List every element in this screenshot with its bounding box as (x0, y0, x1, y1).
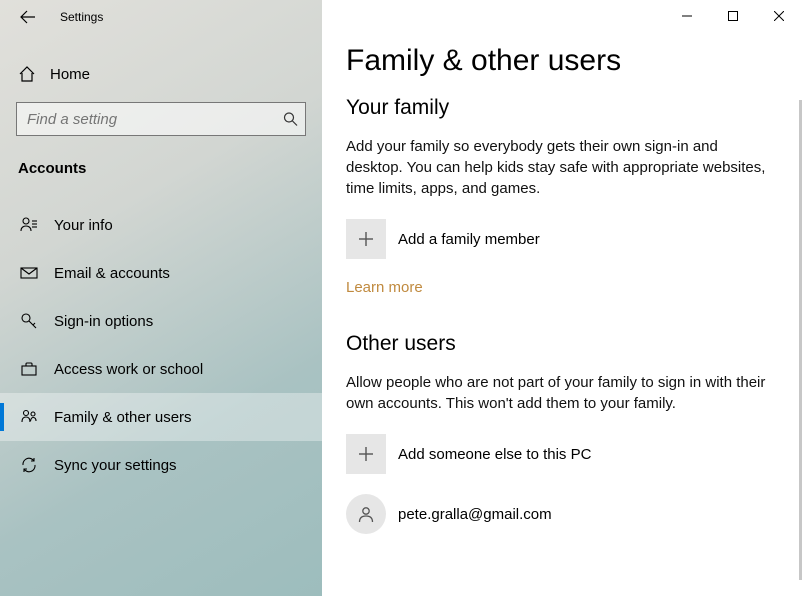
nav-label: Your info (54, 217, 113, 234)
nav-item-access-work-school[interactable]: Access work or school (0, 345, 322, 393)
add-other-label: Add someone else to this PC (398, 446, 591, 463)
plus-icon (346, 219, 386, 259)
family-description: Add your family so everybody gets their … (346, 136, 776, 199)
titlebar: Settings (0, 0, 322, 34)
nav-list: Your info Email & accounts (0, 201, 322, 489)
plus-icon (346, 434, 386, 474)
home-icon (18, 65, 36, 83)
back-arrow-icon (20, 9, 36, 25)
back-button[interactable] (14, 3, 42, 31)
app-title: Settings (60, 10, 103, 24)
maximize-icon (728, 11, 738, 21)
email-icon (18, 262, 40, 284)
briefcase-icon (18, 358, 40, 380)
key-icon (18, 310, 40, 332)
window-controls (664, 0, 802, 32)
add-family-label: Add a family member (398, 231, 540, 248)
people-icon (18, 406, 40, 428)
category-header: Accounts (18, 160, 322, 177)
your-info-icon (18, 214, 40, 236)
add-other-user-button[interactable]: Add someone else to this PC (346, 434, 776, 474)
nav-item-sync-settings[interactable]: Sync your settings (0, 441, 322, 489)
home-nav[interactable]: Home (0, 52, 322, 96)
nav-label: Email & accounts (54, 265, 170, 282)
close-button[interactable] (756, 0, 802, 32)
add-family-member-button[interactable]: Add a family member (346, 219, 776, 259)
nav-label: Sign-in options (54, 313, 153, 330)
other-user-email: pete.gralla@gmail.com (398, 506, 552, 523)
minimize-button[interactable] (664, 0, 710, 32)
main-content: Family & other users Your family Add you… (322, 0, 802, 596)
person-icon (346, 494, 386, 534)
other-users-heading: Other users (346, 332, 776, 356)
home-label: Home (50, 66, 90, 83)
maximize-button[interactable] (710, 0, 756, 32)
learn-more-link[interactable]: Learn more (346, 279, 423, 296)
minimize-icon (682, 11, 692, 21)
nav-item-your-info[interactable]: Your info (0, 201, 322, 249)
page-title: Family & other users (346, 44, 776, 78)
nav-label: Family & other users (54, 409, 192, 426)
close-icon (774, 11, 784, 21)
family-heading: Your family (346, 96, 776, 120)
nav-label: Access work or school (54, 361, 203, 378)
navigation-pane: Settings Home Accounts (0, 0, 322, 596)
search-input[interactable] (16, 102, 306, 136)
other-user-entry[interactable]: pete.gralla@gmail.com (346, 494, 776, 534)
sync-icon (18, 454, 40, 476)
nav-label: Sync your settings (54, 457, 177, 474)
other-users-description: Allow people who are not part of your fa… (346, 372, 776, 414)
nav-item-family-other-users[interactable]: Family & other users (0, 393, 322, 441)
nav-item-signin-options[interactable]: Sign-in options (0, 297, 322, 345)
nav-item-email-accounts[interactable]: Email & accounts (0, 249, 322, 297)
